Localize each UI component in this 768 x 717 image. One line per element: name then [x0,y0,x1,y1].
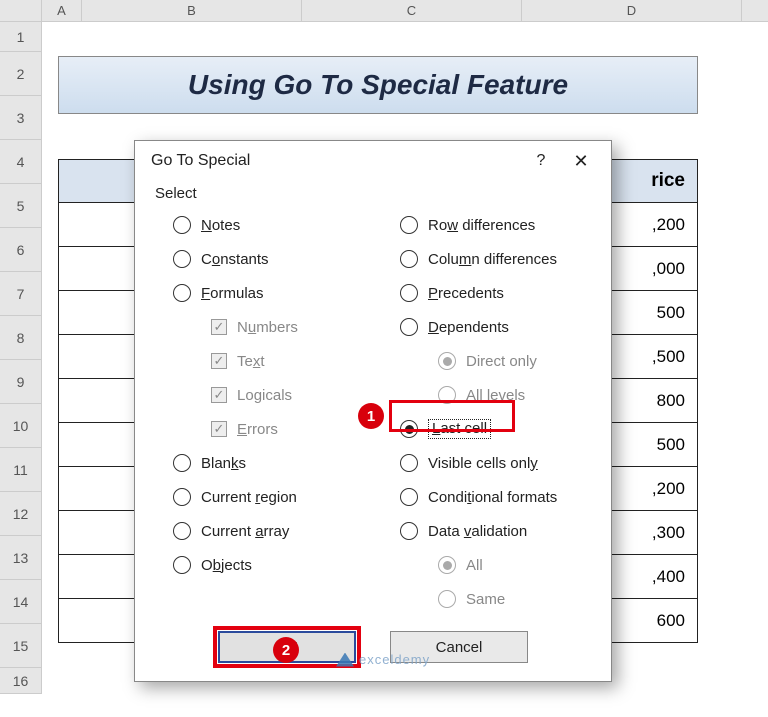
dialog-title: Go To Special [151,152,250,170]
row-header[interactable]: 14 [0,580,42,624]
radio-precedents[interactable]: Precedents [382,276,591,310]
row-header[interactable]: 16 [0,668,42,694]
row-header[interactable]: 5 [0,184,42,228]
row-header[interactable]: 15 [0,624,42,668]
options-left-column: Notes Constants Formulas ✓Numbers ✓Text … [155,208,364,616]
options-right-column: Row differences Column differences Prece… [382,208,591,616]
row-header[interactable]: 6 [0,228,42,272]
col-header-c[interactable]: C [302,0,522,21]
radio-data-validation[interactable]: Data validation [382,514,591,548]
row-header[interactable]: 9 [0,360,42,404]
row-header[interactable]: 3 [0,96,42,140]
select-all-corner[interactable] [0,0,42,21]
check-errors: ✓Errors [155,412,364,446]
annotation-badge-1: 1 [358,403,384,429]
row-header[interactable]: 4 [0,140,42,184]
row-header[interactable]: 8 [0,316,42,360]
close-button[interactable]: ✕ [561,151,601,172]
col-header-d[interactable]: D [522,0,742,21]
watermark-logo-icon [336,653,354,667]
row-header[interactable]: 2 [0,52,42,96]
check-numbers: ✓Numbers [155,310,364,344]
radio-notes[interactable]: Notes [155,208,364,242]
radio-visible-cells[interactable]: Visible cells only [382,446,591,480]
radio-same: Same [382,582,591,616]
dialog-titlebar: Go To Special ? ✕ [135,141,611,181]
radio-conditional-formats[interactable]: Conditional formats [382,480,591,514]
radio-current-array[interactable]: Current array [155,514,364,548]
row-header[interactable]: 12 [0,492,42,536]
row-header[interactable]: 1 [0,22,42,52]
row-header[interactable]: 13 [0,536,42,580]
row-header[interactable]: 11 [0,448,42,492]
row-header[interactable]: 10 [0,404,42,448]
check-text: ✓Text [155,344,364,378]
title-banner: Using Go To Special Feature [58,56,698,114]
radio-objects[interactable]: Objects [155,548,364,582]
col-header-b[interactable]: B [82,0,302,21]
watermark-text: exceldemy [359,652,430,667]
title-text: Using Go To Special Feature [188,69,568,101]
radio-dependents[interactable]: Dependents [382,310,591,344]
radio-column-differences[interactable]: Column differences [382,242,591,276]
radio-last-cell[interactable]: Last cell [382,412,591,446]
col-header-a[interactable]: A [42,0,82,21]
radio-direct-only: Direct only [382,344,591,378]
radio-all: All [382,548,591,582]
help-button[interactable]: ? [521,152,561,170]
radio-blanks[interactable]: Blanks [155,446,364,480]
column-headers: A B C D [0,0,768,22]
radio-constants[interactable]: Constants [155,242,364,276]
watermark: exceldemy [336,652,430,667]
radio-formulas[interactable]: Formulas [155,276,364,310]
check-logicals: ✓Logicals [155,378,364,412]
radio-row-differences[interactable]: Row differences [382,208,591,242]
row-headers: 1 2 3 4 5 6 7 8 9 10 11 12 13 14 15 16 [0,22,42,694]
radio-all-levels: All levels [382,378,591,412]
radio-current-region[interactable]: Current region [155,480,364,514]
annotation-badge-2: 2 [273,637,299,663]
select-group-label: Select [155,185,591,202]
row-header[interactable]: 7 [0,272,42,316]
